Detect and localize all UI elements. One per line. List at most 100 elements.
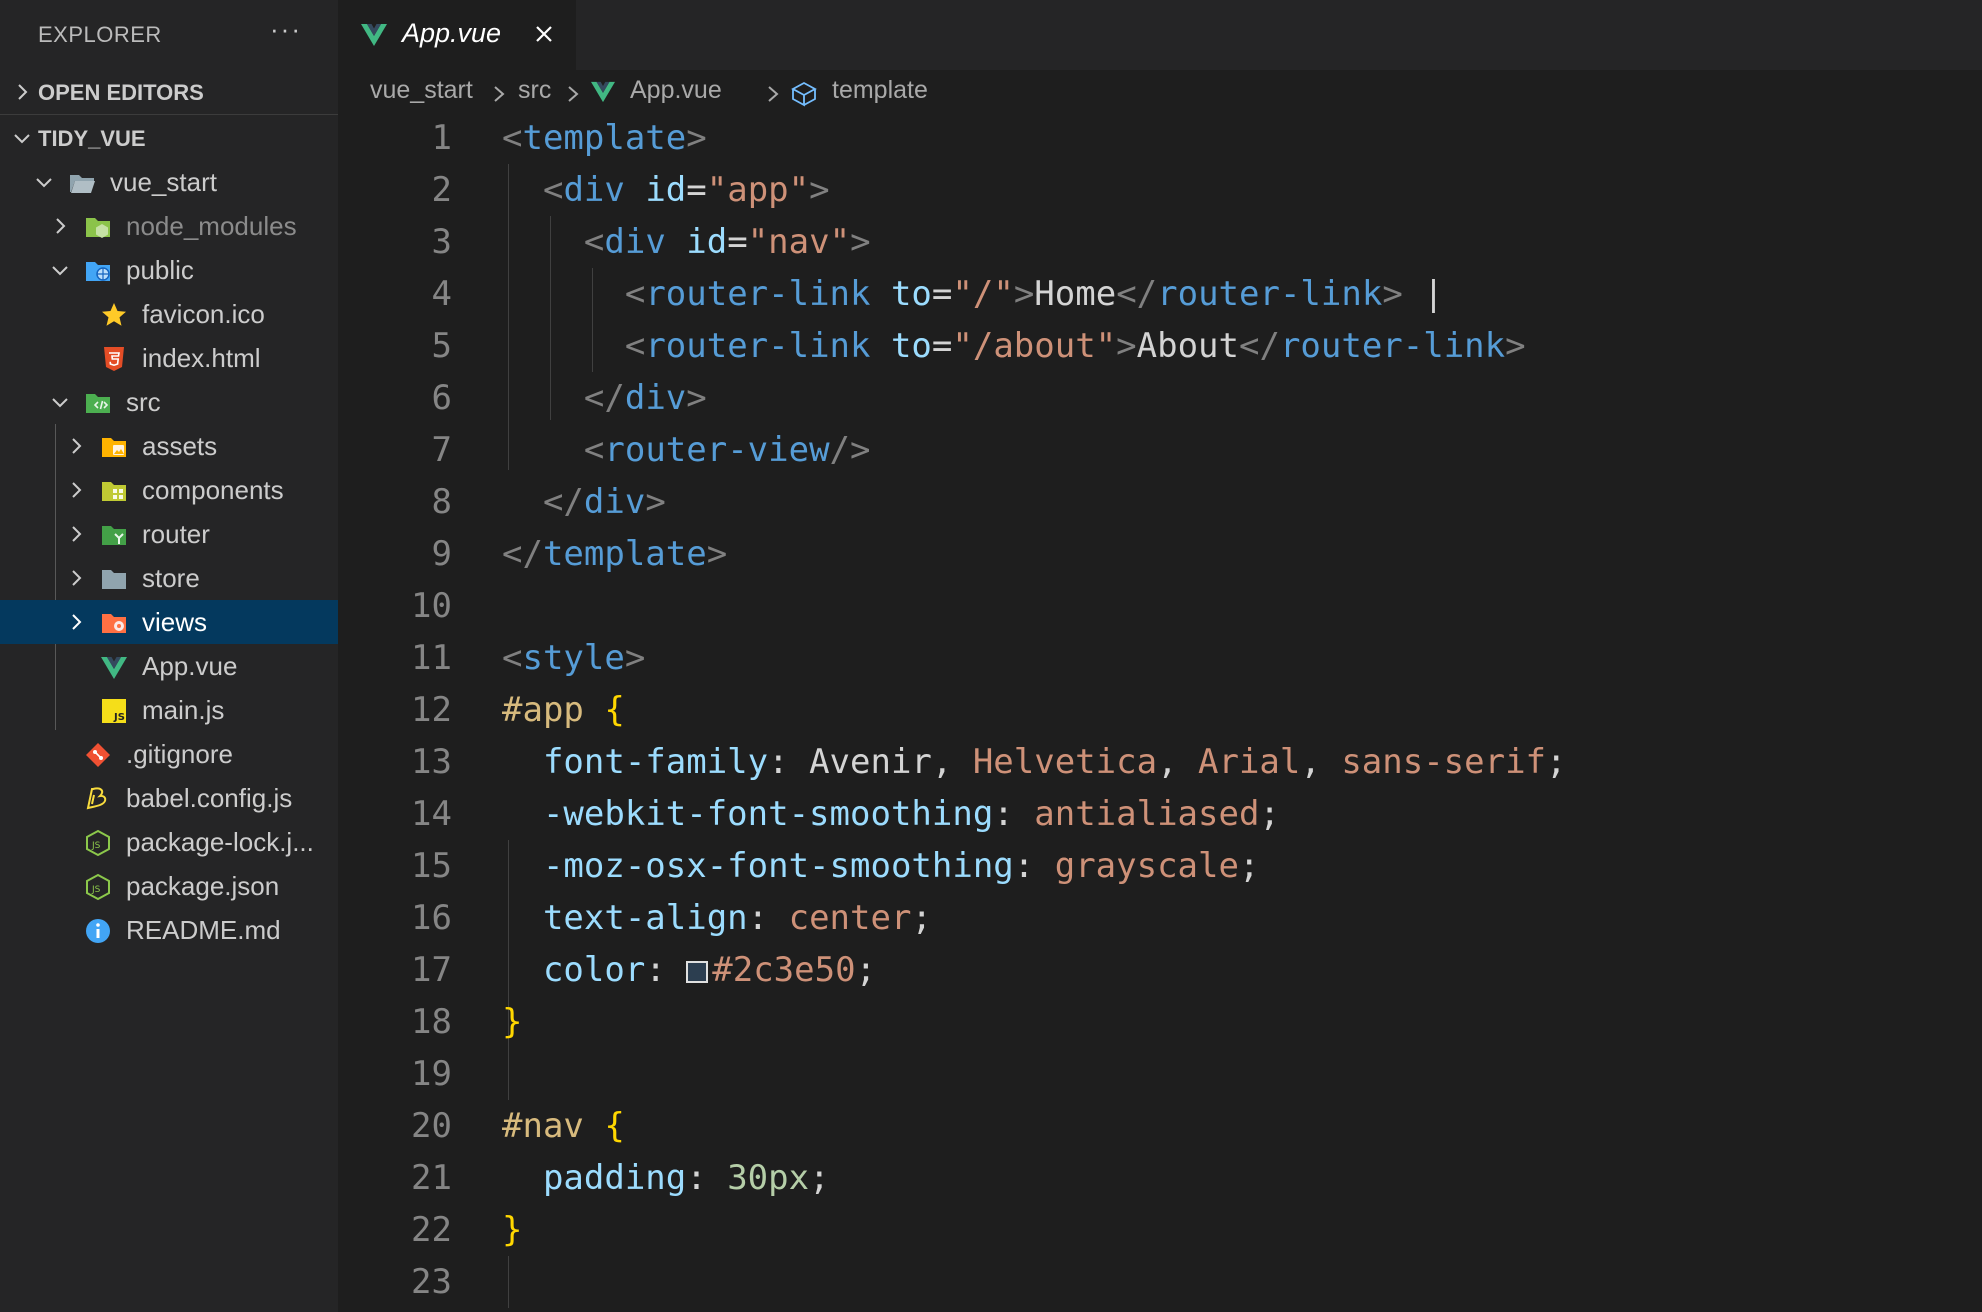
tree-item-components[interactable]: components <box>0 468 338 512</box>
line-number: 11 <box>411 638 452 678</box>
open-editors-label: OPEN EDITORS <box>38 80 204 105</box>
tree-item-node-modules[interactable]: node_modules <box>0 204 338 248</box>
tree-item-src[interactable]: src <box>0 380 338 424</box>
components-folder-icon <box>102 482 126 501</box>
code-text: <div id="app"> <box>542 170 830 210</box>
code-line: 14 -webkit-font-smoothing: antialiased; <box>338 788 1982 840</box>
chevron-right-icon <box>72 614 82 630</box>
code-line: 10 <box>338 580 1982 632</box>
tree-item-label: babel.config.js <box>126 783 293 813</box>
tree-item-vue-start[interactable]: vue_start <box>0 160 338 204</box>
chevron-right-icon <box>768 86 779 102</box>
chevron-right-icon <box>568 86 579 102</box>
code-text: </template> <box>502 534 728 574</box>
line-number: 20 <box>411 1106 452 1146</box>
tree-item-public[interactable]: public <box>0 248 338 292</box>
tree-item-index-html[interactable]: index.html <box>0 336 338 380</box>
tree-item-package-json[interactable]: JS package.json <box>0 864 338 908</box>
code-line: 2 <div id="app"> <box>338 164 1982 216</box>
chevron-right-icon <box>72 482 82 498</box>
tree-item-gitignore[interactable]: .gitignore <box>0 732 338 776</box>
line-number: 13 <box>411 742 452 782</box>
tree-item-babel-config[interactable]: babel.config.js <box>0 776 338 820</box>
code-line: 7 <router-view/> <box>338 424 1982 476</box>
nodejs-icon: JS <box>86 829 110 857</box>
code-line: 6 </div> <box>338 372 1982 424</box>
views-folder-icon <box>102 614 126 633</box>
tree-item-app-vue[interactable]: App.vue <box>0 644 338 688</box>
tree-item-assets[interactable]: assets <box>0 424 338 468</box>
code-line: 21 padding: 30px; <box>338 1152 1982 1204</box>
code-text: #nav { <box>502 1106 625 1146</box>
open-editors-section[interactable]: OPEN EDITORS <box>0 70 338 114</box>
code-line: 8 </div> <box>338 476 1982 528</box>
tree-item-label: views <box>142 607 208 637</box>
tree-item-label: node_modules <box>126 211 297 241</box>
breadcrumb-item[interactable]: vue_start <box>370 76 473 105</box>
code-line: 12 #app { <box>338 684 1982 736</box>
tree-item-label: vue_start <box>110 167 217 197</box>
code-text: -moz-osx-font-smoothing: grayscale; <box>542 846 1260 886</box>
svg-text:JS: JS <box>91 885 101 895</box>
folder-open-icon <box>70 175 95 193</box>
line-number: 14 <box>411 794 452 834</box>
line-number: 4 <box>431 274 452 314</box>
close-icon[interactable] <box>532 22 556 46</box>
chevron-down-icon <box>52 398 68 408</box>
tree-item-label: App.vue <box>142 651 238 681</box>
tree-item-label: router <box>142 519 210 549</box>
explorer-title: EXPLORER <box>38 22 162 47</box>
git-icon <box>86 743 110 767</box>
tree-item-label: components <box>142 475 284 505</box>
line-number: 18 <box>411 1002 452 1042</box>
code-text: <div id="nav"> <box>583 222 871 262</box>
code-line: 9 </template> <box>338 528 1982 580</box>
tree-item-label: package-lock.j... <box>126 827 314 857</box>
line-number: 17 <box>411 950 452 990</box>
chevron-down-icon <box>52 266 68 276</box>
line-number: 6 <box>431 378 452 418</box>
code-text: font-family: Avenir, Helvetica, Arial, s… <box>542 742 1567 782</box>
tab-app-vue[interactable]: App.vue <box>338 0 576 70</box>
project-section[interactable]: TIDY_VUE <box>0 116 338 160</box>
code-line: 23 <box>338 1256 1982 1308</box>
line-number: 19 <box>411 1054 452 1094</box>
tree-item-main-js[interactable]: JS main.js <box>0 688 338 732</box>
tree-item-router[interactable]: router <box>0 512 338 556</box>
node-folder-icon <box>86 218 110 238</box>
line-number: 3 <box>431 222 452 262</box>
code-line: 16 text-align: center; <box>338 892 1982 944</box>
section-divider <box>0 114 338 115</box>
tree-item-label: package.json <box>126 871 280 901</box>
explorer-header: EXPLORER ··· <box>0 0 338 72</box>
tree-item-label: README.md <box>126 915 281 945</box>
code-line: 19 <box>338 1048 1982 1100</box>
line-number: 15 <box>411 846 452 886</box>
code-text: text-align: center; <box>542 898 932 938</box>
code-text: -webkit-font-smoothing: antialiased; <box>542 794 1280 834</box>
more-actions-icon[interactable]: ··· <box>270 14 302 45</box>
project-label: TIDY_VUE <box>38 126 146 151</box>
tree-item-favicon[interactable]: favicon.ico <box>0 292 338 336</box>
tree-item-store[interactable]: store <box>0 556 338 600</box>
svg-text:JS: JS <box>91 841 101 851</box>
breadcrumb-item[interactable]: src <box>518 76 551 105</box>
explorer-sidebar: EXPLORER ··· OPEN EDITORS TIDY_VUE vue_s… <box>0 0 338 1312</box>
breadcrumb-item[interactable]: template <box>832 76 928 105</box>
chevron-right-icon <box>18 84 28 100</box>
color-swatch[interactable] <box>686 961 709 983</box>
code-text: } <box>502 1210 523 1250</box>
tree-item-package-lock[interactable]: JS package-lock.j... <box>0 820 338 864</box>
line-number: 10 <box>411 586 452 626</box>
tree-item-readme[interactable]: README.md <box>0 908 338 952</box>
tree-item-views[interactable]: views <box>0 600 338 644</box>
nodejs-icon: JS <box>86 873 110 901</box>
breadcrumb-item[interactable]: App.vue <box>630 76 722 105</box>
js-icon: JS <box>102 699 126 723</box>
folder-icon <box>102 570 126 589</box>
vscode-window: EXPLORER ··· OPEN EDITORS TIDY_VUE vue_s… <box>0 0 1982 1312</box>
tree-item-label: index.html <box>142 343 261 373</box>
chevron-right-icon <box>72 570 82 586</box>
code-text: #app { <box>502 690 625 730</box>
tree-item-label: main.js <box>142 695 225 725</box>
